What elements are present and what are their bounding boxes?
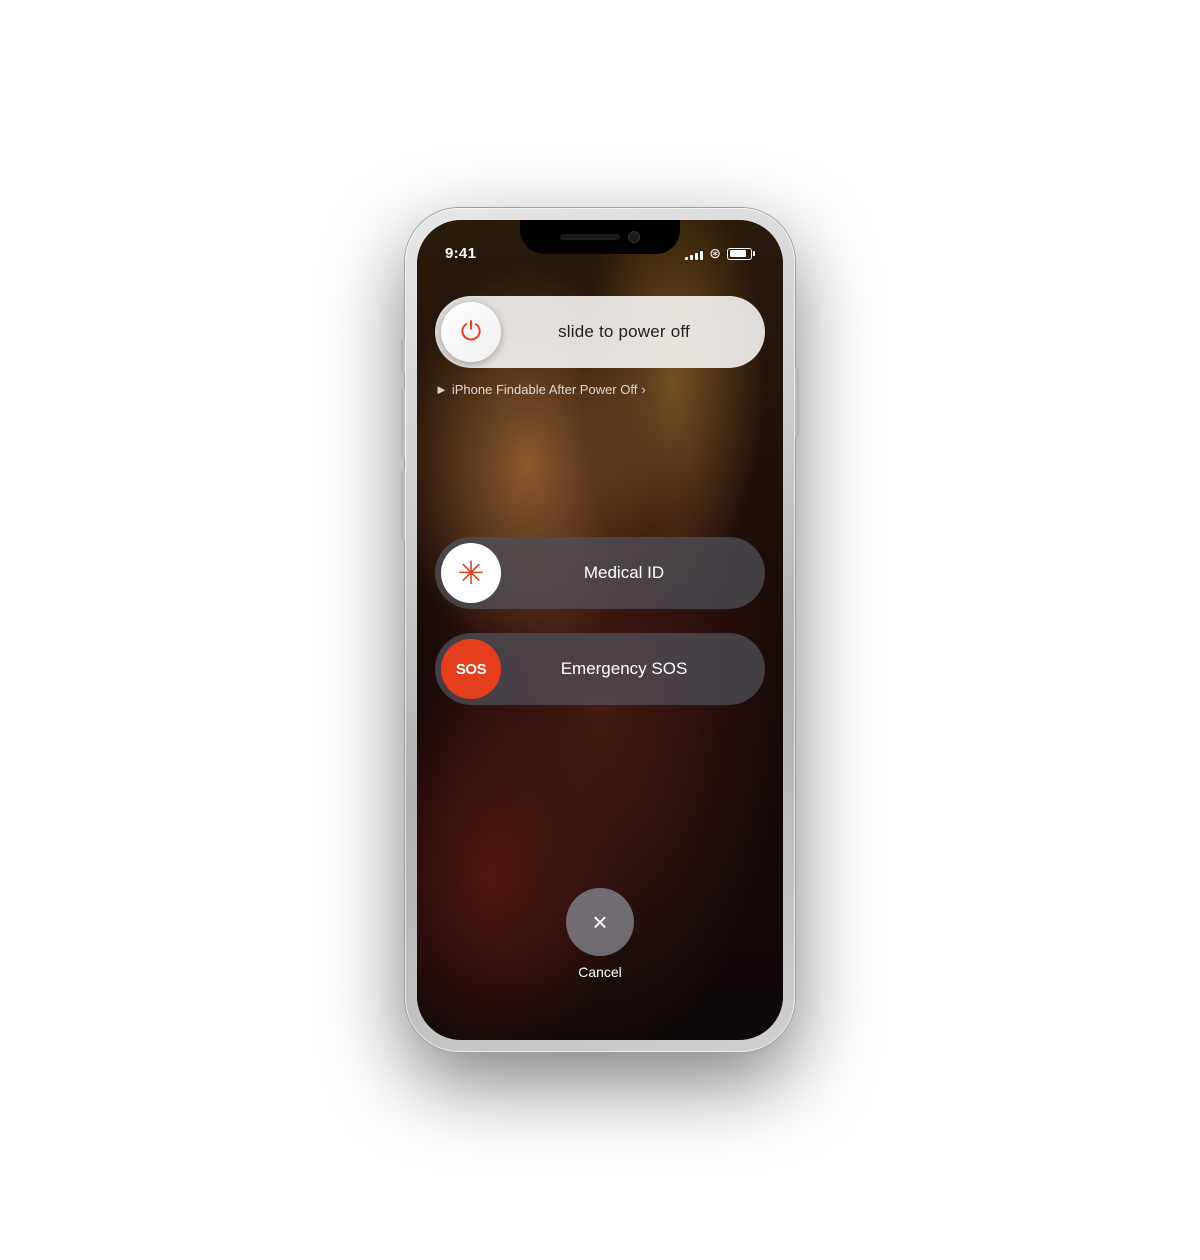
findable-icon: ► bbox=[435, 382, 448, 397]
findable-label: iPhone Findable After Power Off bbox=[452, 382, 637, 397]
medical-id-slider[interactable]: ✳ Medical ID bbox=[435, 537, 765, 609]
cancel-section: × Cancel bbox=[566, 888, 634, 980]
phone-screen: 9:41 ⊛ bbox=[417, 220, 783, 1040]
chevron-icon: › bbox=[641, 382, 645, 397]
notch bbox=[520, 220, 680, 254]
power-off-slider[interactable]: ⏻ slide to power off bbox=[435, 296, 765, 368]
emergency-sos-slider[interactable]: SOS Emergency SOS bbox=[435, 633, 765, 705]
status-time: 9:41 bbox=[445, 245, 476, 262]
power-icon: ⏻ bbox=[461, 316, 482, 348]
volume-up-button bbox=[401, 388, 405, 458]
action-sliders: ✳ Medical ID SOS Emergency SOS bbox=[435, 537, 765, 705]
power-off-slider-row: ⏻ slide to power off ► iPhone Findable A… bbox=[435, 296, 765, 397]
medical-id-label: Medical ID bbox=[501, 563, 759, 583]
power-off-label: slide to power off bbox=[501, 322, 759, 342]
close-icon: × bbox=[592, 909, 607, 935]
power-thumb: ⏻ bbox=[441, 302, 501, 362]
battery-icon bbox=[727, 248, 755, 260]
phone-mockup: 9:41 ⊛ bbox=[405, 208, 795, 1052]
medical-thumb: ✳ bbox=[441, 543, 501, 603]
sos-icon: SOS bbox=[456, 661, 486, 678]
volume-down-button bbox=[401, 470, 405, 540]
cancel-button[interactable]: × bbox=[566, 888, 634, 956]
screen-content: ⏻ slide to power off ► iPhone Findable A… bbox=[417, 220, 783, 1040]
front-camera bbox=[628, 231, 640, 243]
sos-thumb: SOS bbox=[441, 639, 501, 699]
wifi-icon: ⊛ bbox=[709, 245, 721, 262]
power-side-button bbox=[795, 368, 799, 438]
findable-after-poweroff[interactable]: ► iPhone Findable After Power Off › bbox=[435, 382, 765, 397]
medical-icon: ✳ bbox=[458, 557, 485, 589]
sos-label: Emergency SOS bbox=[501, 659, 759, 679]
mute-button bbox=[401, 338, 405, 374]
speaker bbox=[560, 234, 620, 240]
status-icons: ⊛ bbox=[685, 245, 755, 262]
signal-icon bbox=[685, 248, 703, 260]
cancel-label: Cancel bbox=[578, 964, 622, 980]
